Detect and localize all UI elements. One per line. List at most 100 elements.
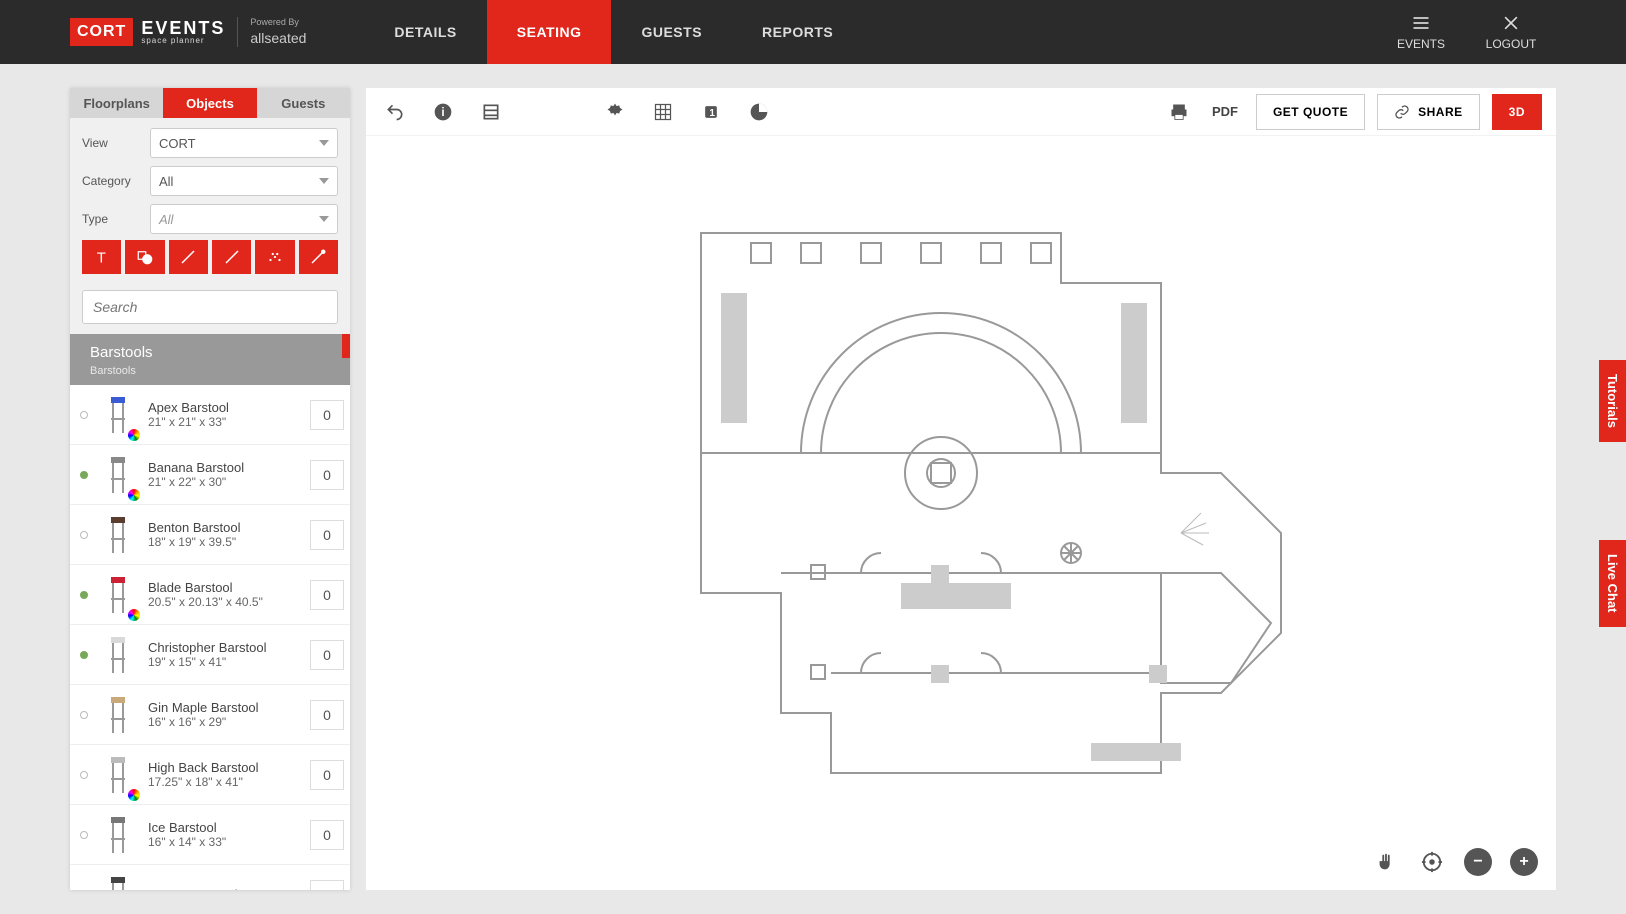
list-item[interactable]: Blade Barstool20.5" x 20.13" x 40.5"0 [70, 565, 350, 625]
item-dims: 17.25" x 18" x 41" [148, 775, 304, 789]
list-item[interactable]: Jetson Barstool 0 [70, 865, 350, 890]
list-item[interactable]: Ice Barstool16" x 14" x 33"0 [70, 805, 350, 865]
view-select[interactable]: CORT [150, 128, 338, 158]
events-button[interactable]: EVENTS [1376, 0, 1466, 64]
item-dims: 21" x 21" x 33" [148, 415, 304, 429]
nav-seating[interactable]: SEATING [487, 0, 612, 64]
view-label: View [82, 136, 142, 150]
item-count[interactable]: 0 [310, 760, 344, 790]
panel-tab-floorplans[interactable]: Floorplans [70, 88, 163, 118]
list-item[interactable]: Apex Barstool21" x 21" x 33"0 [70, 385, 350, 445]
item-count[interactable]: 0 [310, 460, 344, 490]
item-info: Apex Barstool21" x 21" x 33" [148, 400, 304, 429]
color-wheel-icon [128, 429, 140, 441]
canvas-toolbar: i 1 PDF GET QUOTE SHARE 3D [366, 88, 1556, 136]
item-info: Blade Barstool20.5" x 20.13" x 40.5" [148, 580, 304, 609]
svg-text:T: T [96, 249, 105, 266]
item-dims: 18" x 19" x 39.5" [148, 535, 304, 549]
category-select[interactable]: All [150, 166, 338, 196]
layout-button[interactable] [476, 97, 506, 127]
item-count[interactable]: 0 [310, 820, 344, 850]
get-quote-button[interactable]: GET QUOTE [1256, 94, 1365, 130]
search-input[interactable] [82, 290, 338, 324]
status-dot [80, 831, 88, 839]
category-label: Category [82, 174, 142, 188]
color-wheel-icon [128, 609, 140, 621]
gear-icon[interactable] [600, 97, 630, 127]
pan-tool[interactable] [1372, 848, 1400, 876]
item-count[interactable]: 0 [310, 700, 344, 730]
tutorials-flag[interactable]: Tutorials [1599, 360, 1626, 442]
item-name: Banana Barstool [148, 460, 304, 475]
logout-button[interactable]: LOGOUT [1466, 0, 1556, 64]
status-dot [80, 651, 88, 659]
item-dims: 19" x 15" x 41" [148, 655, 304, 669]
item-name: Blade Barstool [148, 580, 304, 595]
item-thumbnail [98, 631, 138, 679]
item-count[interactable]: 0 [310, 400, 344, 430]
nav-guests[interactable]: GUESTS [611, 0, 732, 64]
panel-tab-objects[interactable]: Objects [163, 88, 256, 118]
item-dims: 16" x 16" x 29" [148, 715, 304, 729]
logo-block: CORT EVENTS space planner Powered By all… [0, 17, 324, 47]
list-item[interactable]: High Back Barstool17.25" x 18" x 41"0 [70, 745, 350, 805]
chevron-down-icon [319, 216, 329, 222]
livechat-flag[interactable]: Live Chat [1599, 540, 1626, 627]
item-info: Ice Barstool16" x 14" x 33" [148, 820, 304, 849]
floorplan-svg [601, 193, 1321, 833]
svg-text:1: 1 [709, 108, 715, 119]
logo-brand: CORT [70, 18, 133, 46]
logo-product: EVENTS space planner [141, 19, 225, 45]
pie-icon[interactable] [744, 97, 774, 127]
zoom-in-button[interactable]: + [1510, 848, 1538, 876]
nav-reports[interactable]: REPORTS [732, 0, 863, 64]
item-thumbnail [98, 811, 138, 859]
print-icon[interactable] [1164, 97, 1194, 127]
center-tool[interactable] [1418, 848, 1446, 876]
item-count[interactable]: 0 [310, 640, 344, 670]
item-info: Banana Barstool21" x 22" x 30" [148, 460, 304, 489]
floorplan-canvas[interactable] [366, 136, 1556, 890]
item-name: Ice Barstool [148, 820, 304, 835]
number-icon[interactable]: 1 [696, 97, 726, 127]
item-name: Apex Barstool [148, 400, 304, 415]
color-wheel-icon [128, 489, 140, 501]
pdf-button[interactable]: PDF [1206, 104, 1244, 119]
text-tool[interactable]: T [82, 240, 121, 274]
shape-tool[interactable] [125, 240, 164, 274]
status-dot [80, 771, 88, 779]
nav-details[interactable]: DETAILS [364, 0, 486, 64]
item-count[interactable]: 0 [310, 880, 344, 891]
line-tool-2[interactable] [212, 240, 251, 274]
status-dot [80, 591, 88, 599]
grid-icon[interactable] [648, 97, 678, 127]
item-thumbnail [98, 391, 138, 439]
logo-divider [237, 17, 238, 47]
item-name: Christopher Barstool [148, 640, 304, 655]
view-3d-button[interactable]: 3D [1492, 94, 1542, 130]
powered-by: Powered By allseated [250, 17, 306, 47]
item-count[interactable]: 0 [310, 520, 344, 550]
panel-tab-guests[interactable]: Guests [257, 88, 350, 118]
pen-tool[interactable] [299, 240, 338, 274]
line-tool[interactable] [169, 240, 208, 274]
type-select[interactable]: All [150, 204, 338, 234]
share-button[interactable]: SHARE [1377, 94, 1480, 130]
zoom-out-button[interactable]: − [1464, 848, 1492, 876]
status-dot [80, 531, 88, 539]
list-item[interactable]: Benton Barstool18" x 19" x 39.5"0 [70, 505, 350, 565]
app-header: CORT EVENTS space planner Powered By all… [0, 0, 1626, 64]
item-name: Jetson Barstool [148, 887, 304, 890]
list-item[interactable]: Gin Maple Barstool16" x 16" x 29"0 [70, 685, 350, 745]
status-dot [80, 711, 88, 719]
dots-tool[interactable] [255, 240, 294, 274]
list-item[interactable]: Christopher Barstool19" x 15" x 41" 0 [70, 625, 350, 685]
list-item[interactable]: Banana Barstool21" x 22" x 30"0 [70, 445, 350, 505]
info-button[interactable]: i [428, 97, 458, 127]
filters: View CORT Category All Type All [70, 118, 350, 240]
category-sub: Barstools [70, 365, 350, 385]
item-count[interactable]: 0 [310, 580, 344, 610]
undo-button[interactable] [380, 97, 410, 127]
item-list[interactable]: Apex Barstool21" x 21" x 33"0Banana Bars… [70, 385, 350, 890]
status-dot [80, 411, 88, 419]
